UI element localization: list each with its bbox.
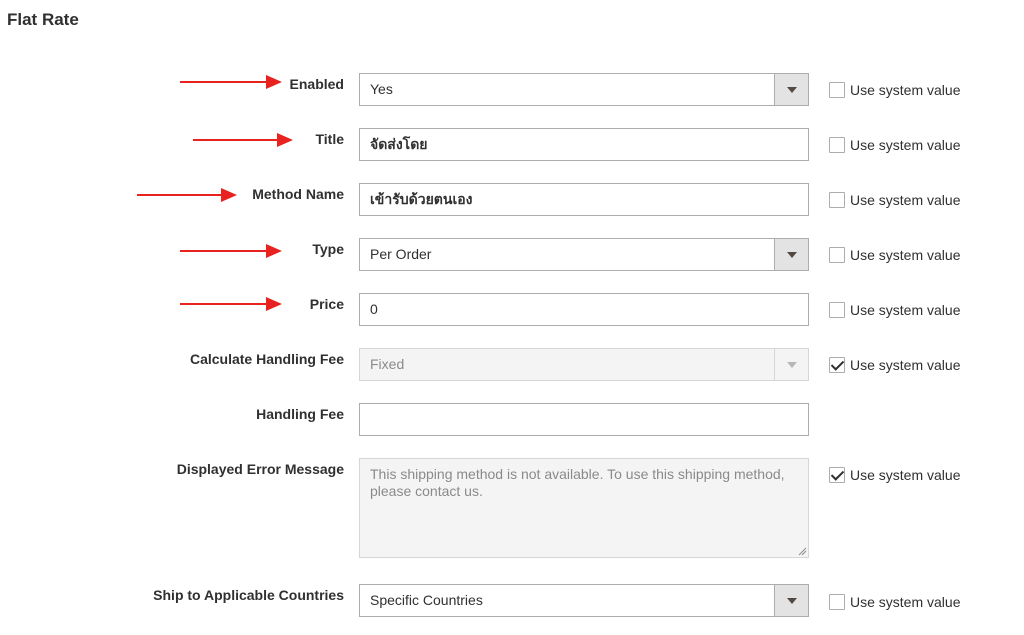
use-system-value-label: Use system value — [850, 594, 961, 610]
use-system-value-label: Use system value — [850, 467, 961, 483]
title-input[interactable]: จัดส่งโดย — [359, 128, 809, 161]
chevron-down-icon[interactable] — [774, 74, 808, 105]
ship-to-applicable-countries-use-system-value[interactable]: Use system value — [829, 593, 960, 611]
chevron-down-icon[interactable] — [774, 239, 808, 270]
enabled-label: Enabled — [289, 76, 344, 92]
method-name-input[interactable]: เข้ารับด้วยตนเอง — [359, 183, 809, 216]
chevron-down-icon[interactable] — [774, 585, 808, 616]
enabled-select[interactable]: Yes — [359, 73, 809, 106]
use-system-value-label: Use system value — [850, 302, 961, 318]
use-system-value-label: Use system value — [850, 192, 961, 208]
section-title: Flat Rate — [7, 10, 79, 29]
enabled-use-system-checkbox[interactable] — [829, 82, 845, 98]
price-use-system-value[interactable]: Use system value — [829, 301, 960, 319]
method-name-label: Method Name — [252, 186, 344, 202]
displayed-error-message-textarea[interactable]: This shipping method is not available. T… — [359, 458, 809, 558]
enabled-use-system-value[interactable]: Use system value — [829, 81, 960, 99]
handling-fee-label: Handling Fee — [256, 406, 344, 422]
displayed-error-message-label: Displayed Error Message — [176, 461, 344, 477]
calculate-handling-fee-select[interactable]: Fixed — [359, 348, 809, 381]
ship-to-applicable-countries-select[interactable]: Specific Countries — [359, 584, 809, 617]
type-label: Type — [312, 241, 344, 257]
displayed-error-message-text: This shipping method is not available. T… — [370, 466, 785, 499]
calculate-handling-fee-use-system-value[interactable]: Use system value — [829, 356, 960, 374]
enabled-select-value: Yes — [370, 81, 393, 97]
use-system-value-label: Use system value — [850, 137, 961, 153]
title-use-system-checkbox[interactable] — [829, 137, 845, 153]
price-use-system-checkbox[interactable] — [829, 302, 845, 318]
calculate-handling-fee-label: Calculate Handling Fee — [189, 351, 344, 367]
price-input[interactable]: 0 — [359, 293, 809, 326]
use-system-value-label: Use system value — [850, 247, 961, 263]
method-name-use-system-checkbox[interactable] — [829, 192, 845, 208]
title-use-system-value[interactable]: Use system value — [829, 136, 960, 154]
ship-to-applicable-countries-use-system-checkbox[interactable] — [829, 594, 845, 610]
use-system-value-label: Use system value — [850, 82, 961, 98]
type-use-system-value[interactable]: Use system value — [829, 246, 960, 264]
method-name-use-system-value[interactable]: Use system value — [829, 191, 960, 209]
displayed-error-message-use-system-value[interactable]: Use system value — [829, 466, 960, 484]
price-label: Price — [309, 296, 344, 312]
ship-to-applicable-countries-select-value: Specific Countries — [370, 592, 483, 608]
handling-fee-input[interactable] — [359, 403, 809, 436]
resize-grip-icon[interactable] — [798, 547, 807, 556]
ship-to-applicable-countries-label: Ship to Applicable Countries — [153, 587, 344, 603]
type-select-value: Per Order — [370, 246, 432, 262]
calculate-handling-fee-use-system-checkbox[interactable] — [829, 357, 845, 373]
calculate-handling-fee-select-value: Fixed — [370, 356, 405, 372]
use-system-value-label: Use system value — [850, 357, 961, 373]
displayed-error-message-use-system-checkbox[interactable] — [829, 467, 845, 483]
type-use-system-checkbox[interactable] — [829, 247, 845, 263]
chevron-down-icon[interactable] — [774, 349, 808, 380]
title-label: Title — [315, 131, 344, 147]
type-select[interactable]: Per Order — [359, 238, 809, 271]
